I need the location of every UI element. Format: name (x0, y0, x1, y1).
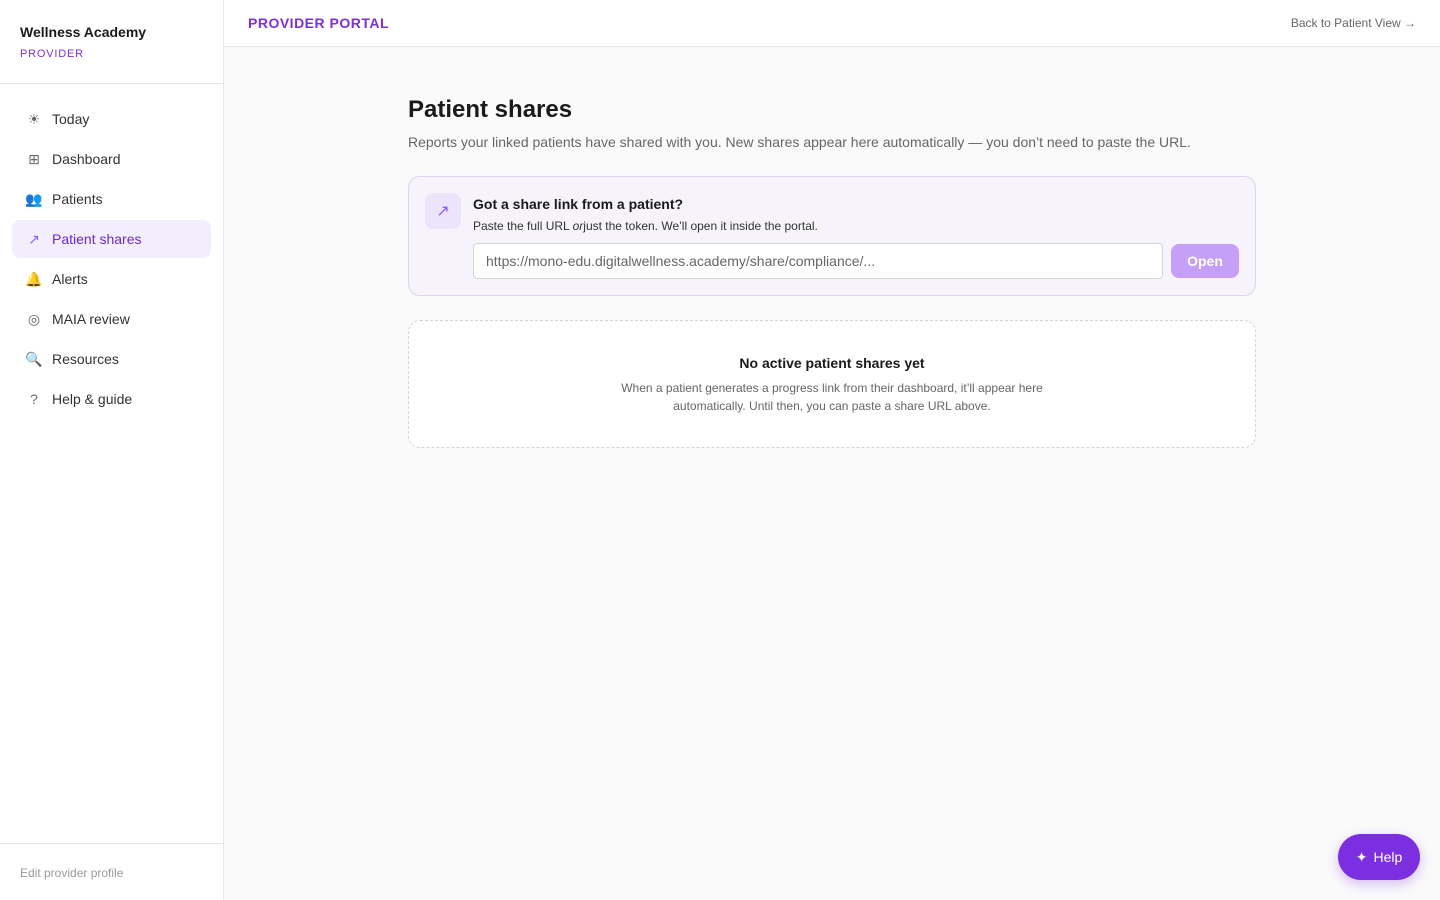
sidebar-item-maia-review[interactable]: ◎ MAIA review (12, 300, 211, 338)
sidebar-item-patients[interactable]: 👥 Patients (12, 180, 211, 218)
page-title: Patient shares (408, 96, 573, 123)
grid-icon: ⊞ (28, 150, 40, 167)
help-text-emphasis: or (572, 219, 584, 233)
people-icon: 👥 (25, 190, 43, 207)
sidebar-item-label: Help & guide (52, 391, 133, 407)
brand: Wellness Academy PROVIDER (0, 0, 223, 84)
sidebar-item-label: Patients (52, 191, 103, 207)
top-bar: PROVIDER PORTAL Back to Patient View → (224, 0, 1440, 47)
sidebar-item-patient-shares[interactable]: ↗ Patient shares (12, 220, 211, 258)
arrow-up-right-icon: ↗ (425, 193, 461, 229)
target-icon: ◎ (27, 310, 41, 327)
help-button[interactable]: ✦ Help (1338, 834, 1420, 880)
sidebar-item-dashboard[interactable]: ⊞ Dashboard (12, 140, 211, 178)
sidebar-item-alerts[interactable]: 🔔 Alerts (12, 260, 211, 298)
magnifier-icon: 🔍 (25, 350, 43, 367)
share-link-help: Paste the full URL orjust the token. We’… (473, 219, 818, 233)
share-url-input[interactable] (473, 243, 1163, 279)
sidebar-item-label: Today (52, 111, 90, 127)
main-content: Patient shares Reports your linked patie… (408, 96, 1256, 448)
sidebar-nav: ☀ Today ⊞ Dashboard 👥 Patients ↗ Patient… (0, 84, 223, 436)
share-link-card: ↗ Got a share link from a patient? Paste… (408, 176, 1256, 296)
sidebar-item-help-guide[interactable]: ? Help & guide (12, 380, 211, 418)
empty-state-card: No active patient shares yet When a pati… (408, 320, 1256, 448)
back-to-patient-view-link[interactable]: Back to Patient View → (1291, 16, 1416, 30)
open-button[interactable]: Open (1171, 244, 1239, 278)
brand-role: PROVIDER (20, 48, 84, 60)
empty-state-title: No active patient shares yet (739, 355, 925, 371)
sidebar-item-today[interactable]: ☀ Today (12, 100, 211, 138)
sidebar: Wellness Academy PROVIDER ☀ Today ⊞ Dash… (0, 0, 224, 900)
portal-title: PROVIDER PORTAL (248, 15, 390, 31)
brand-name: Wellness Academy (20, 24, 147, 40)
sidebar-item-label: Resources (52, 351, 119, 367)
arrow-up-right-icon: ↗ (28, 230, 40, 247)
sparkle-icon: ✦ (1355, 848, 1368, 865)
page-subtitle: Reports your linked patients have shared… (408, 134, 1191, 150)
sidebar-item-label: Alerts (52, 271, 88, 287)
sidebar-item-label: Patient shares (52, 231, 142, 247)
sidebar-item-label: MAIA review (52, 311, 130, 327)
help-text-part: Paste the full URL (473, 219, 573, 233)
help-text-part: just the token. We’ll open it inside the… (583, 219, 818, 233)
sun-icon: ☀ (27, 110, 41, 127)
share-link-title: Got a share link from a patient? (473, 196, 684, 212)
help-button-label: Help (1373, 849, 1403, 865)
empty-state-text: When a patient generates a progress link… (621, 381, 1043, 413)
sidebar-item-label: Dashboard (52, 151, 121, 167)
sidebar-item-resources[interactable]: 🔍 Resources (12, 340, 211, 378)
question-icon: ? (30, 391, 38, 407)
edit-profile-link[interactable]: Edit provider profile (0, 843, 223, 900)
bell-icon: 🔔 (25, 270, 43, 287)
